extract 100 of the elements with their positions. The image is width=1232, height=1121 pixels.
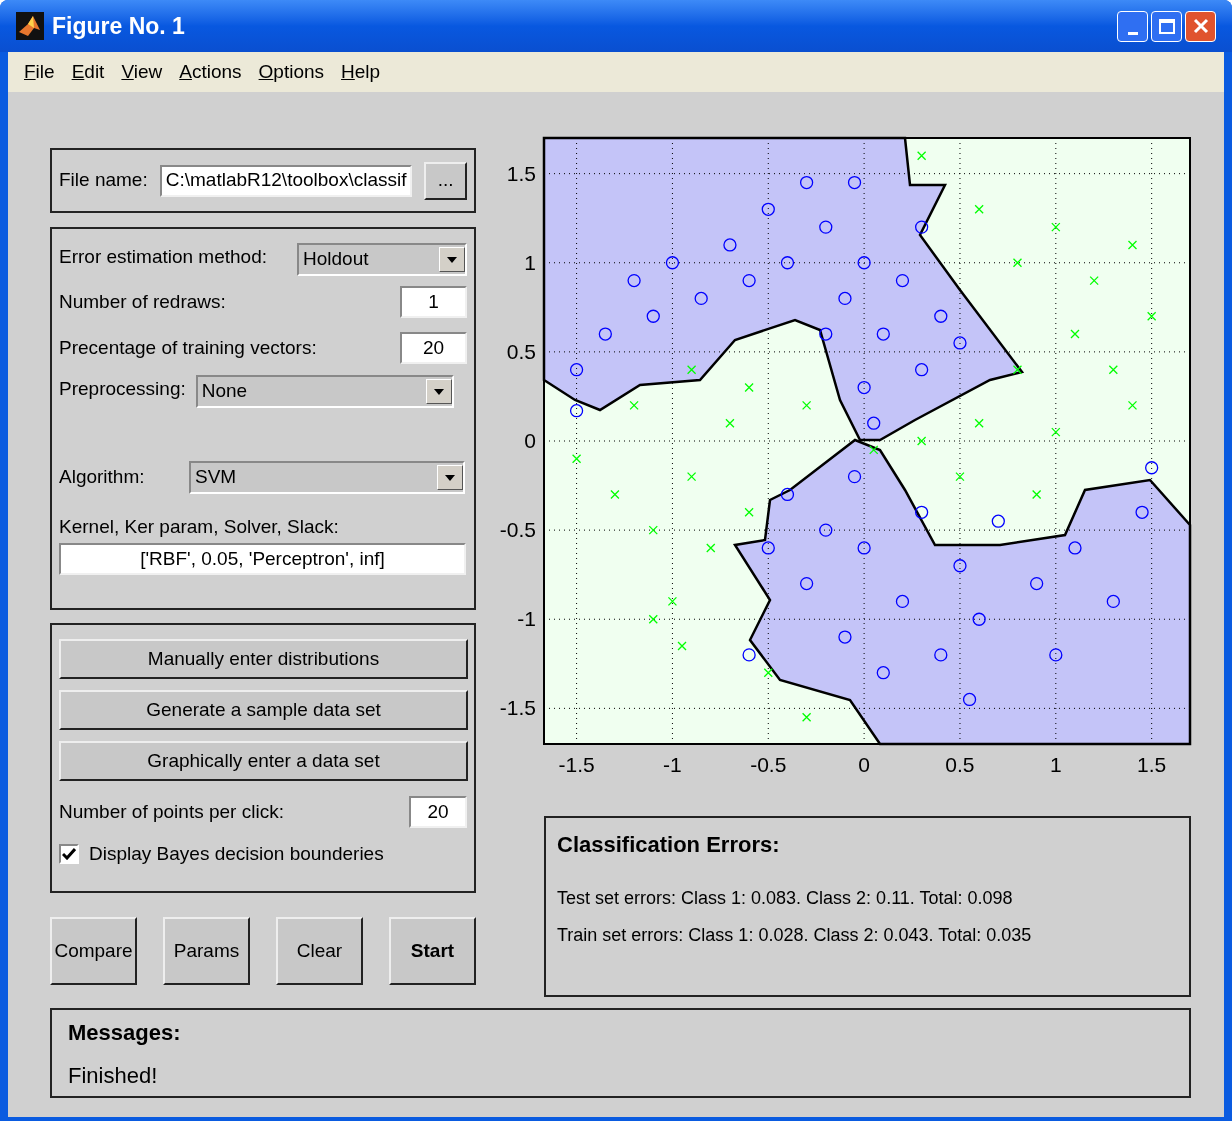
- circle-marker: [915, 505, 929, 519]
- menu-item[interactable]: Actions: [179, 57, 242, 87]
- field-label: Number of points per click:: [59, 799, 284, 824]
- circle-marker: [934, 648, 948, 662]
- minimize-button[interactable]: [1117, 10, 1148, 42]
- axis-tick-label: 1.5: [506, 161, 536, 185]
- push-button[interactable]: ...: [424, 161, 467, 200]
- circle-marker: [962, 692, 977, 707]
- cross-marker: [1070, 329, 1080, 339]
- cross-marker: [1108, 365, 1118, 375]
- cross-marker: [1051, 222, 1061, 232]
- app-logo-icon: [16, 12, 44, 40]
- circle-marker: [857, 541, 871, 555]
- circle-marker: [799, 175, 814, 190]
- points-field[interactable]: 20: [409, 796, 467, 828]
- circle-marker: [934, 309, 948, 323]
- menu-item[interactable]: Options: [258, 57, 325, 87]
- cross-marker: [801, 712, 812, 722]
- circle-marker: [838, 630, 852, 644]
- circle-marker: [1030, 576, 1044, 591]
- action-button[interactable]: Start: [389, 917, 476, 985]
- axis-tick-label: 1: [524, 250, 536, 274]
- push-button[interactable]: Generate a sample data set: [59, 690, 468, 730]
- circle-marker: [1145, 461, 1159, 475]
- percentage-field[interactable]: 20: [400, 332, 467, 364]
- cross-marker: [917, 436, 927, 446]
- parameters-field[interactable]: ['RBF', 0.05, 'Perceptron', inf]: [59, 543, 466, 575]
- field-label: Preprocessing:: [59, 377, 186, 401]
- cross-marker: [1089, 275, 1099, 286]
- cross-marker: [917, 151, 927, 161]
- checkbox-label: Display Bayes decision bounderies: [89, 841, 384, 866]
- cross-marker: [629, 400, 639, 410]
- axis-tick-label: 0: [858, 753, 870, 776]
- cross-marker: [1012, 365, 1023, 375]
- cross-marker: [974, 204, 984, 214]
- axis-tick-label: -1: [517, 607, 536, 631]
- error-summary: Train set errors: Class 1: 0.028. Class 2: 0.043. Total: 0.035: [557, 924, 1033, 947]
- message-text: Finished!: [68, 1062, 159, 1090]
- circle-marker: [953, 336, 967, 350]
- cross-marker: [744, 507, 754, 517]
- cross-marker: [648, 525, 658, 535]
- axis-tick-label: -1.5: [499, 696, 536, 720]
- circle-marker: [953, 559, 967, 573]
- field-label: Number of redraws:: [59, 289, 226, 314]
- field-label: Precentage of training vectors:: [59, 335, 317, 360]
- cross-marker: [571, 454, 582, 464]
- cross-marker: [974, 418, 984, 428]
- circle-marker: [895, 273, 910, 288]
- circle-marker: [723, 238, 737, 252]
- menu-item[interactable]: Edit: [71, 57, 105, 87]
- close-button[interactable]: [1185, 10, 1216, 42]
- circle-marker: [847, 175, 862, 190]
- cross-marker: [725, 418, 735, 428]
- cross-marker: [1127, 400, 1138, 410]
- push-button[interactable]: Graphically enter a data set: [59, 741, 468, 781]
- cross-marker: [686, 365, 697, 375]
- circle-marker: [569, 404, 584, 418]
- action-button[interactable]: Compare: [50, 917, 137, 985]
- circle-marker: [857, 380, 871, 395]
- checkbox[interactable]: [59, 844, 79, 864]
- axis-tick-label: -0.5: [499, 518, 536, 542]
- cross-marker: [667, 596, 678, 607]
- circle-marker: [915, 220, 929, 234]
- circle-marker: [598, 327, 612, 341]
- panel-title: Classification Errors:: [557, 831, 781, 859]
- circle-marker: [819, 523, 833, 537]
- cross-marker: [648, 614, 658, 624]
- menu-item[interactable]: View: [121, 57, 163, 87]
- menu-item[interactable]: File: [24, 57, 55, 87]
- circle-marker: [876, 666, 890, 680]
- action-button[interactable]: Clear: [276, 917, 363, 985]
- circle-marker: [1049, 648, 1063, 662]
- axis-tick-label: 0.5: [506, 339, 536, 363]
- cross-marker: [1051, 427, 1061, 437]
- circle-marker: [1106, 594, 1120, 609]
- cross-marker: [1032, 489, 1042, 500]
- field-label: Kernel, Ker param, Solver, Slack:: [59, 515, 340, 539]
- file-name-field[interactable]: C:\matlabR12\toolbox\classif: [159, 164, 413, 197]
- circle-marker: [819, 327, 833, 341]
- method-dropdown[interactable]: Holdout: [297, 243, 467, 276]
- circle-marker: [646, 309, 660, 323]
- axis-tick-label: -1: [663, 753, 682, 776]
- circle-marker: [819, 220, 833, 234]
- menu-item[interactable]: Help: [341, 57, 381, 87]
- axis-tick-label: 0.5: [945, 753, 975, 776]
- axis-tick-label: 1: [1049, 753, 1062, 776]
- circle-marker: [876, 327, 890, 341]
- algorithm-dropdown[interactable]: SVM: [189, 461, 465, 494]
- field-label: File name:: [59, 168, 148, 193]
- field-label: Algorithm:: [59, 465, 146, 489]
- cross-marker: [744, 382, 754, 393]
- circle-marker: [694, 291, 708, 306]
- axis-tick-label: -0.5: [750, 753, 787, 776]
- preprocessing-dropdown[interactable]: None: [195, 375, 454, 408]
- circle-marker: [780, 487, 795, 502]
- circle-marker: [742, 273, 756, 288]
- redraws-field[interactable]: 1: [400, 286, 467, 318]
- maximize-button[interactable]: [1151, 10, 1182, 42]
- action-button[interactable]: Params: [163, 917, 250, 985]
- push-button[interactable]: Manually enter distributions: [59, 639, 468, 679]
